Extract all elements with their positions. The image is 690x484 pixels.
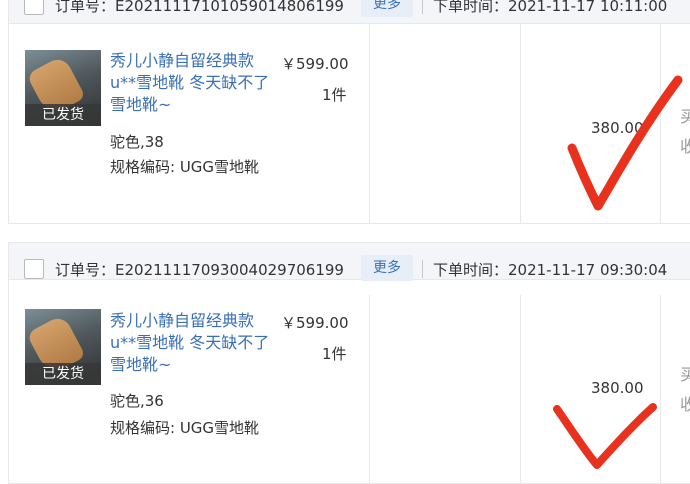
more-button[interactable]: 更多 [361,0,413,17]
unit-price: ￥599.00 [281,55,349,73]
product-variant: 驼色,36 [110,392,164,410]
product-thumbnail[interactable]: 已发货 [25,50,101,126]
product-variant: 驼色,38 [110,133,164,151]
divider [422,260,423,278]
shipping-status-badge: 已发货 [25,363,101,385]
order-time: 下单时间：2021-11-17 10:11:00 [433,0,668,15]
unit-price: ￥599.00 [281,314,349,332]
divider [422,0,423,14]
receiver-label: 收 [680,395,690,414]
quantity: 1件 [322,345,347,363]
order-select-checkbox[interactable] [24,0,44,15]
more-button[interactable]: 更多 [361,255,413,281]
column-divider [520,24,521,223]
order-header: 订单号：E20211117093004029706199 更多 下单时间：202… [9,243,690,281]
shipping-status-badge: 已发货 [25,104,101,126]
sku-code: 规格编码: UGG雪地靴 [110,419,260,437]
product-thumbnail[interactable]: 已发货 [25,309,101,385]
red-check-mark-icon [567,75,683,211]
column-divider [369,24,370,223]
red-check-mark-icon [553,403,657,469]
order-select-checkbox[interactable] [24,259,44,279]
column-divider [369,295,370,483]
order-header: 订单号：E20211117101059014806199 更多 下单时间：202… [9,0,690,24]
sku-code: 规格编码: UGG雪地靴 [110,158,260,176]
quantity: 1件 [322,86,347,104]
order-time: 下单时间：2021-11-17 09:30:04 [433,261,668,279]
product-title-link[interactable]: 秀儿小静自留经典款u**雪地靴 冬天缺不了雪地靴~ [110,50,276,116]
product-title-link[interactable]: 秀儿小静自留经典款u**雪地靴 冬天缺不了雪地靴~ [110,310,276,376]
column-divider [520,295,521,483]
order-number: 订单号：E20211117093004029706199 [55,261,344,279]
order-number: 订单号：E20211117101059014806199 [55,0,344,15]
